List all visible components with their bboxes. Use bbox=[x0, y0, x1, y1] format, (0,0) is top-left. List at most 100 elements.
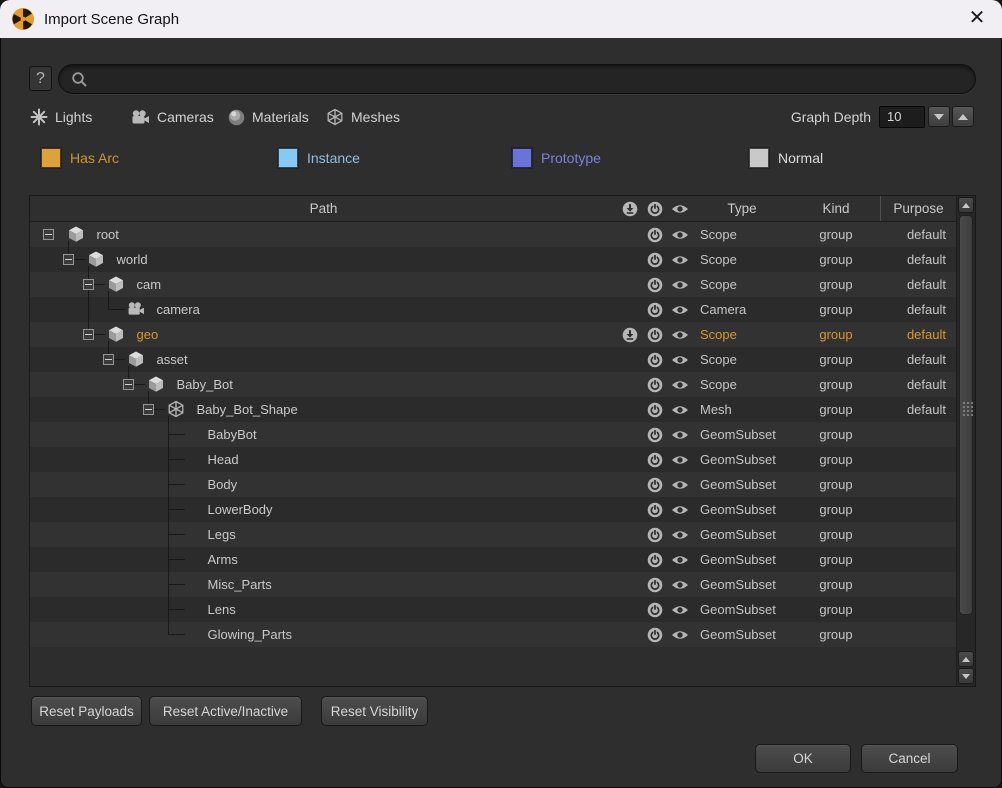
collapse-toggle[interactable] bbox=[43, 229, 54, 240]
column-header-kind[interactable]: Kind bbox=[792, 201, 880, 216]
active-toggle[interactable] bbox=[642, 297, 667, 322]
purpose-cell: default bbox=[880, 372, 956, 397]
collapse-toggle[interactable] bbox=[103, 354, 114, 365]
collapse-toggle[interactable] bbox=[83, 329, 94, 340]
visibility-toggle[interactable] bbox=[667, 597, 692, 622]
tree-row-geo[interactable]: geoScopegroupdefault bbox=[30, 322, 956, 347]
tree-row-Baby_Bot[interactable]: Baby_BotScopegroupdefault bbox=[30, 372, 956, 397]
filter-toggle-lights[interactable]: Lights bbox=[30, 106, 92, 128]
titlebar[interactable]: Import Scene Graph ✕ bbox=[0, 0, 1002, 38]
visibility-toggle[interactable] bbox=[667, 547, 692, 572]
payload-cell bbox=[617, 422, 642, 447]
help-button[interactable]: ? bbox=[29, 66, 52, 91]
visibility-toggle[interactable] bbox=[667, 497, 692, 522]
ok-button[interactable]: OK bbox=[755, 744, 851, 773]
collapse-toggle[interactable] bbox=[143, 404, 154, 415]
visibility-toggle[interactable] bbox=[667, 372, 692, 397]
close-icon[interactable]: ✕ bbox=[965, 5, 989, 31]
visibility-toggle[interactable] bbox=[667, 322, 692, 347]
houdini-logo-icon bbox=[11, 7, 35, 31]
tree-guide bbox=[168, 459, 185, 460]
active-toggle[interactable] bbox=[642, 597, 667, 622]
filter-toggle-meshes[interactable]: Meshes bbox=[326, 106, 400, 128]
visibility-toggle[interactable] bbox=[667, 222, 692, 247]
payload-cell[interactable] bbox=[617, 322, 642, 347]
collapse-toggle[interactable] bbox=[63, 254, 74, 265]
active-toggle[interactable] bbox=[642, 397, 667, 422]
filter-label: Materials bbox=[252, 109, 309, 125]
payload-cell bbox=[617, 522, 642, 547]
visibility-toggle[interactable] bbox=[667, 447, 692, 472]
tree-guide bbox=[168, 609, 185, 610]
column-header-type[interactable]: Type bbox=[692, 201, 792, 216]
active-toggle[interactable] bbox=[642, 447, 667, 472]
power-icon[interactable] bbox=[642, 201, 667, 217]
tree-row-camera[interactable]: cameraCameragroupdefault bbox=[30, 297, 956, 322]
visibility-toggle[interactable] bbox=[667, 247, 692, 272]
active-toggle[interactable] bbox=[642, 472, 667, 497]
active-toggle[interactable] bbox=[642, 222, 667, 247]
tree-row-cam[interactable]: camScopegroupdefault bbox=[30, 272, 956, 297]
tree-row-asset[interactable]: assetScopegroupdefault bbox=[30, 347, 956, 372]
graph-depth-input[interactable]: 10 bbox=[879, 106, 925, 128]
filter-label: Cameras bbox=[157, 109, 214, 125]
column-header-purpose[interactable]: Purpose bbox=[880, 196, 956, 221]
column-header-path[interactable]: Path bbox=[30, 201, 617, 216]
active-toggle[interactable] bbox=[642, 247, 667, 272]
dialog-body: ? LightsCamerasMaterialsMeshes Graph Dep… bbox=[0, 38, 1002, 788]
vertical-scrollbar[interactable] bbox=[956, 196, 975, 686]
active-toggle[interactable] bbox=[642, 422, 667, 447]
active-toggle[interactable] bbox=[642, 272, 667, 297]
active-toggle[interactable] bbox=[642, 522, 667, 547]
tree-row-root[interactable]: rootScopegroupdefault bbox=[30, 222, 956, 247]
visibility-toggle[interactable] bbox=[667, 572, 692, 597]
active-toggle[interactable] bbox=[642, 322, 667, 347]
cancel-button[interactable]: Cancel bbox=[861, 744, 958, 773]
reset-payloads-button[interactable]: Reset Payloads bbox=[31, 696, 142, 726]
search-input[interactable] bbox=[95, 71, 963, 88]
scroll-up-button-bottom[interactable] bbox=[958, 651, 974, 667]
scrollbar-thumb[interactable] bbox=[959, 215, 973, 615]
active-toggle[interactable] bbox=[642, 372, 667, 397]
payload-cell bbox=[617, 222, 642, 247]
scroll-down-button[interactable] bbox=[958, 668, 974, 684]
visibility-toggle[interactable] bbox=[667, 272, 692, 297]
graph-depth-decrement-button[interactable] bbox=[928, 106, 950, 127]
payload-icon[interactable] bbox=[617, 201, 642, 217]
reset-visibility-button[interactable]: Reset Visibility bbox=[321, 696, 428, 726]
active-toggle[interactable] bbox=[642, 547, 667, 572]
reset-active-inactive-button[interactable]: Reset Active/Inactive bbox=[149, 696, 302, 726]
type-cell: GeomSubset bbox=[692, 447, 792, 472]
window-title: Import Scene Graph bbox=[44, 11, 179, 28]
payload-cell bbox=[617, 472, 642, 497]
visibility-toggle[interactable] bbox=[667, 347, 692, 372]
kind-cell: group bbox=[792, 597, 880, 622]
scroll-up-button[interactable] bbox=[958, 197, 974, 213]
active-toggle[interactable] bbox=[642, 572, 667, 597]
active-toggle[interactable] bbox=[642, 622, 667, 647]
type-cell: GeomSubset bbox=[692, 522, 792, 547]
active-toggle[interactable] bbox=[642, 497, 667, 522]
active-toggle[interactable] bbox=[642, 347, 667, 372]
kind-cell: group bbox=[792, 422, 880, 447]
search-box[interactable] bbox=[58, 64, 976, 94]
node-label: world bbox=[117, 247, 148, 272]
visibility-toggle[interactable] bbox=[667, 297, 692, 322]
tree-row-world[interactable]: worldScopegroupdefault bbox=[30, 247, 956, 272]
eye-icon[interactable] bbox=[667, 203, 692, 215]
purpose-cell bbox=[880, 497, 956, 522]
collapse-toggle[interactable] bbox=[123, 379, 134, 390]
tree-row-Baby_Bot_Shape[interactable]: Baby_Bot_ShapeMeshgroupdefault bbox=[30, 397, 956, 422]
graph-depth-increment-button[interactable] bbox=[952, 106, 974, 127]
chevron-up-icon bbox=[958, 114, 968, 120]
filter-toggle-materials[interactable]: Materials bbox=[228, 106, 309, 128]
chevron-down-icon bbox=[962, 674, 970, 679]
visibility-toggle[interactable] bbox=[667, 622, 692, 647]
visibility-toggle[interactable] bbox=[667, 422, 692, 447]
visibility-toggle[interactable] bbox=[667, 522, 692, 547]
visibility-toggle[interactable] bbox=[667, 397, 692, 422]
path-cell: Misc_Parts bbox=[30, 572, 617, 597]
filter-toggle-cameras[interactable]: Cameras bbox=[131, 106, 214, 128]
visibility-toggle[interactable] bbox=[667, 472, 692, 497]
collapse-toggle[interactable] bbox=[83, 279, 94, 290]
